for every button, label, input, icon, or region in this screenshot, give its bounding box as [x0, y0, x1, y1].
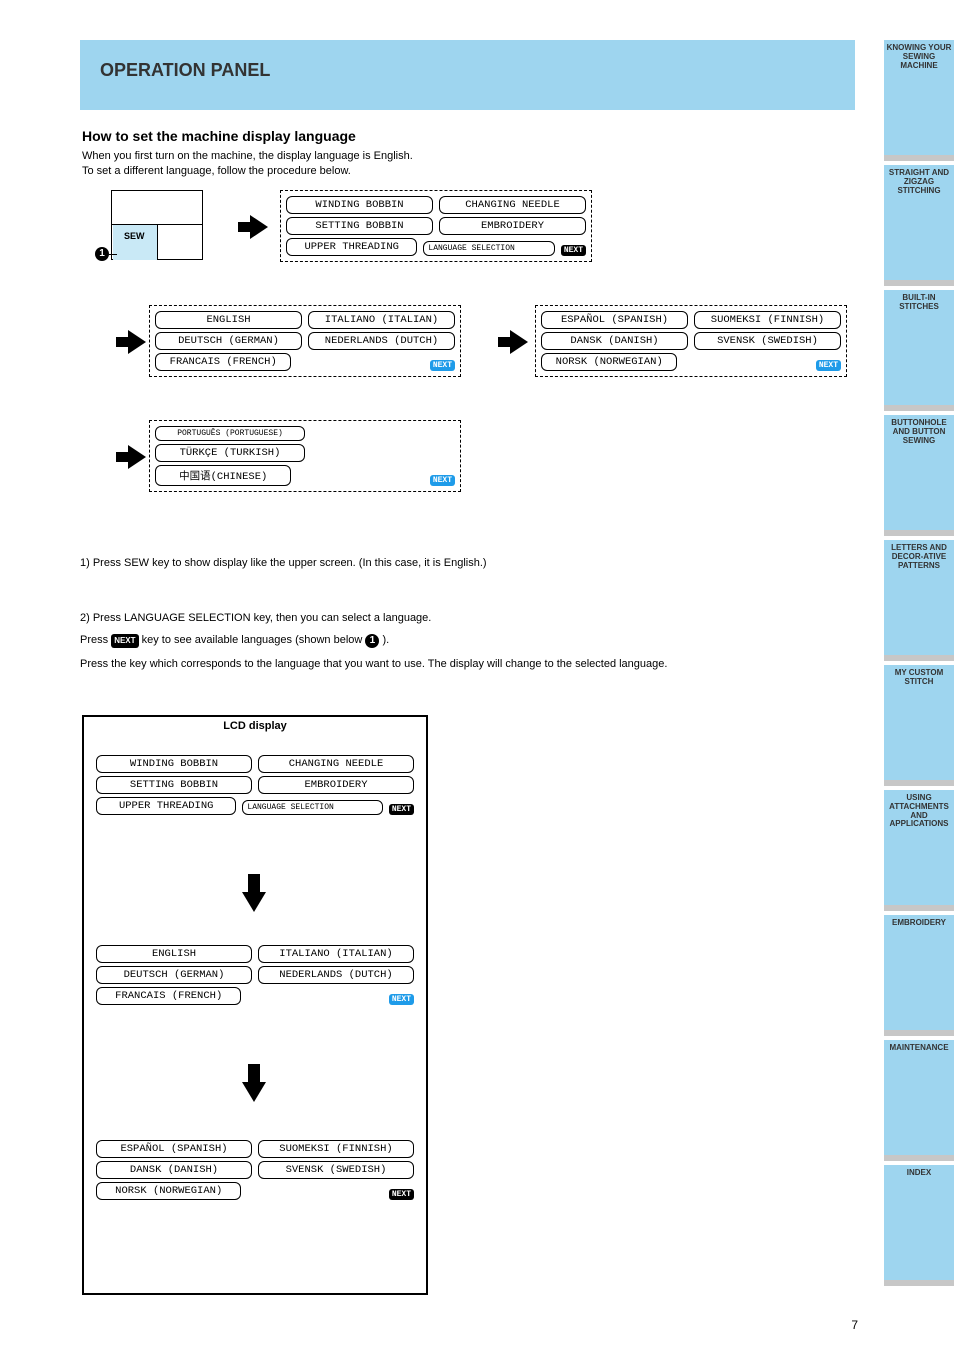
- swedish-button[interactable]: SVENSK (SWEDISH): [258, 1161, 414, 1179]
- tab-shadow: [884, 1030, 954, 1036]
- step-2b-end: ).: [382, 634, 389, 646]
- upper-threading-button[interactable]: UPPER THREADING: [96, 797, 236, 815]
- side-tab-8[interactable]: MAINTENANCE: [884, 1040, 954, 1155]
- tab-shadow: [884, 655, 954, 661]
- winding-bobbin-button[interactable]: WINDING BOBBIN: [96, 755, 252, 773]
- section-title: OPERATION PANEL: [100, 60, 270, 81]
- arrow-right-icon: [250, 215, 268, 239]
- step-2b-text: Press NEXT key to see available language…: [80, 632, 840, 649]
- intro-text-1: When you first turn on the machine, the …: [82, 150, 413, 162]
- language-selection-label: LANGUAGE SELECTION: [247, 803, 333, 812]
- lcd-title: LCD display: [82, 720, 428, 732]
- dutch-button[interactable]: NEDERLANDS (DUTCH): [258, 966, 414, 984]
- next-tag[interactable]: NEXT: [561, 245, 586, 256]
- english-button[interactable]: ENGLISH: [96, 945, 252, 963]
- embroidery-button[interactable]: EMBROIDERY: [439, 217, 586, 235]
- arrow-right-icon: [510, 330, 528, 354]
- sew-key-label: SEW: [124, 231, 145, 241]
- portuguese-button[interactable]: PORTUGUÊS (PORTUGUESE): [155, 426, 305, 441]
- finnish-button[interactable]: SUOMEKSI (FINNISH): [694, 311, 841, 329]
- step-2a-text: 2) Press LANGUAGE SELECTION key, then yo…: [80, 610, 840, 627]
- next-tag[interactable]: NEXT: [389, 994, 414, 1005]
- english-button[interactable]: ENGLISH: [155, 311, 302, 329]
- tab-shadow: [884, 780, 954, 786]
- tab-shadow: [884, 905, 954, 911]
- italian-button[interactable]: ITALIANO (ITALIAN): [258, 945, 414, 963]
- callout-1-inline: 1: [365, 634, 379, 648]
- tab-shadow: [884, 1280, 954, 1286]
- next-tag[interactable]: NEXT: [430, 475, 455, 486]
- dutch-button[interactable]: NEDERLANDS (DUTCH): [308, 332, 455, 350]
- callout-1: 1: [95, 247, 109, 261]
- side-tab-0[interactable]: KNOWING YOUR SEWING MACHINE: [884, 40, 954, 155]
- sew-key-graphic: SEW: [111, 190, 203, 260]
- side-tab-4[interactable]: LETTERS AND DECOR-ATIVE PATTERNS: [884, 540, 954, 655]
- next-tag-inline: NEXT: [111, 634, 138, 648]
- arrow-right-icon: [128, 445, 146, 469]
- section-subtitle: How to set the machine display language: [82, 128, 356, 144]
- leader-line: [109, 254, 117, 255]
- lcd-lang-panel-1: ENGLISH ITALIANO (ITALIAN) DEUTSCH (GERM…: [96, 945, 414, 1005]
- italian-button[interactable]: ITALIANO (ITALIAN): [308, 311, 455, 329]
- language-panel-3: PORTUGUÊS (PORTUGUESE) TÜRKÇE (TURKISH) …: [149, 420, 461, 492]
- spanish-button[interactable]: ESPAÑOL (SPANISH): [96, 1140, 252, 1158]
- side-tab-2[interactable]: BUILT-IN STITCHES: [884, 290, 954, 405]
- tab-shadow: [884, 280, 954, 286]
- french-button[interactable]: FRANCAIS (FRENCH): [96, 987, 241, 1005]
- french-button[interactable]: FRANCAIS (FRENCH): [155, 353, 291, 371]
- danish-button[interactable]: DANSK (DANISH): [541, 332, 688, 350]
- next-tag[interactable]: NEXT: [430, 360, 455, 371]
- setting-bobbin-button[interactable]: SETTING BOBBIN: [286, 217, 433, 235]
- norwegian-button[interactable]: NORSK (NORWEGIAN): [96, 1182, 241, 1200]
- language-panel-2: ESPAÑOL (SPANISH) SUOMEKSI (FINNISH) DAN…: [535, 305, 847, 377]
- next-tag[interactable]: NEXT: [816, 360, 841, 371]
- upper-threading-button[interactable]: UPPER THREADING: [286, 238, 417, 256]
- side-tab-9[interactable]: INDEX: [884, 1165, 954, 1280]
- spanish-button[interactable]: ESPAÑOL (SPANISH): [541, 311, 688, 329]
- embroidery-button[interactable]: EMBROIDERY: [258, 776, 414, 794]
- language-selection-button[interactable]: LANGUAGE SELECTION: [242, 800, 382, 815]
- tab-shadow: [884, 155, 954, 161]
- language-panel-1: ENGLISH ITALIANO (ITALIAN) DEUTSCH (GERM…: [149, 305, 461, 377]
- intro-text-2: To set a different language, follow the …: [82, 165, 351, 177]
- arrow-right-icon: [128, 330, 146, 354]
- tab-shadow: [884, 405, 954, 411]
- winding-bobbin-button[interactable]: WINDING BOBBIN: [286, 196, 433, 214]
- side-tab-1[interactable]: STRAIGHT AND ZIGZAG STITCHING: [884, 165, 954, 280]
- arrow-down-icon: [242, 1082, 266, 1102]
- language-selection-button[interactable]: LANGUAGE SELECTION: [423, 241, 554, 256]
- step-2b-prefix: Press: [80, 634, 111, 646]
- setting-bobbin-button[interactable]: SETTING BOBBIN: [96, 776, 252, 794]
- german-button[interactable]: DEUTSCH (GERMAN): [96, 966, 252, 984]
- next-tag[interactable]: NEXT: [389, 1189, 414, 1200]
- changing-needle-button[interactable]: CHANGING NEEDLE: [258, 755, 414, 773]
- step-1-text: 1) Press SEW key to show display like th…: [80, 555, 840, 572]
- turkish-button[interactable]: TÜRKÇE (TURKISH): [155, 444, 305, 462]
- tab-shadow: [884, 530, 954, 536]
- step-2c-text: Press the key which corresponds to the l…: [80, 656, 800, 673]
- lcd-help-menu: WINDING BOBBIN CHANGING NEEDLE SETTING B…: [96, 755, 414, 815]
- side-tab-6[interactable]: USING ATTACHMENTS AND APPLICATIONS: [884, 790, 954, 905]
- danish-button[interactable]: DANSK (DANISH): [96, 1161, 252, 1179]
- step-2b-suffix: key to see available languages (shown be…: [142, 634, 366, 646]
- chinese-button[interactable]: 中国语(CHINESE): [155, 465, 291, 486]
- side-tab-3[interactable]: BUTTONHOLE AND BUTTON SEWING: [884, 415, 954, 530]
- side-tab-5[interactable]: MY CUSTOM STITCH: [884, 665, 954, 780]
- language-selection-label: LANGUAGE SELECTION: [428, 244, 514, 253]
- swedish-button[interactable]: SVENSK (SWEDISH): [694, 332, 841, 350]
- tab-shadow: [884, 1155, 954, 1161]
- finnish-button[interactable]: SUOMEKSI (FINNISH): [258, 1140, 414, 1158]
- page-number: 7: [851, 1318, 858, 1332]
- next-tag[interactable]: NEXT: [389, 804, 414, 815]
- lcd-lang-panel-2: ESPAÑOL (SPANISH) SUOMEKSI (FINNISH) DAN…: [96, 1140, 414, 1200]
- norwegian-button[interactable]: NORSK (NORWEGIAN): [541, 353, 677, 371]
- german-button[interactable]: DEUTSCH (GERMAN): [155, 332, 302, 350]
- side-tab-7[interactable]: EMBROIDERY: [884, 915, 954, 1030]
- help-menu-panel: WINDING BOBBIN CHANGING NEEDLE SETTING B…: [280, 190, 592, 262]
- changing-needle-button[interactable]: CHANGING NEEDLE: [439, 196, 586, 214]
- arrow-down-icon: [242, 892, 266, 912]
